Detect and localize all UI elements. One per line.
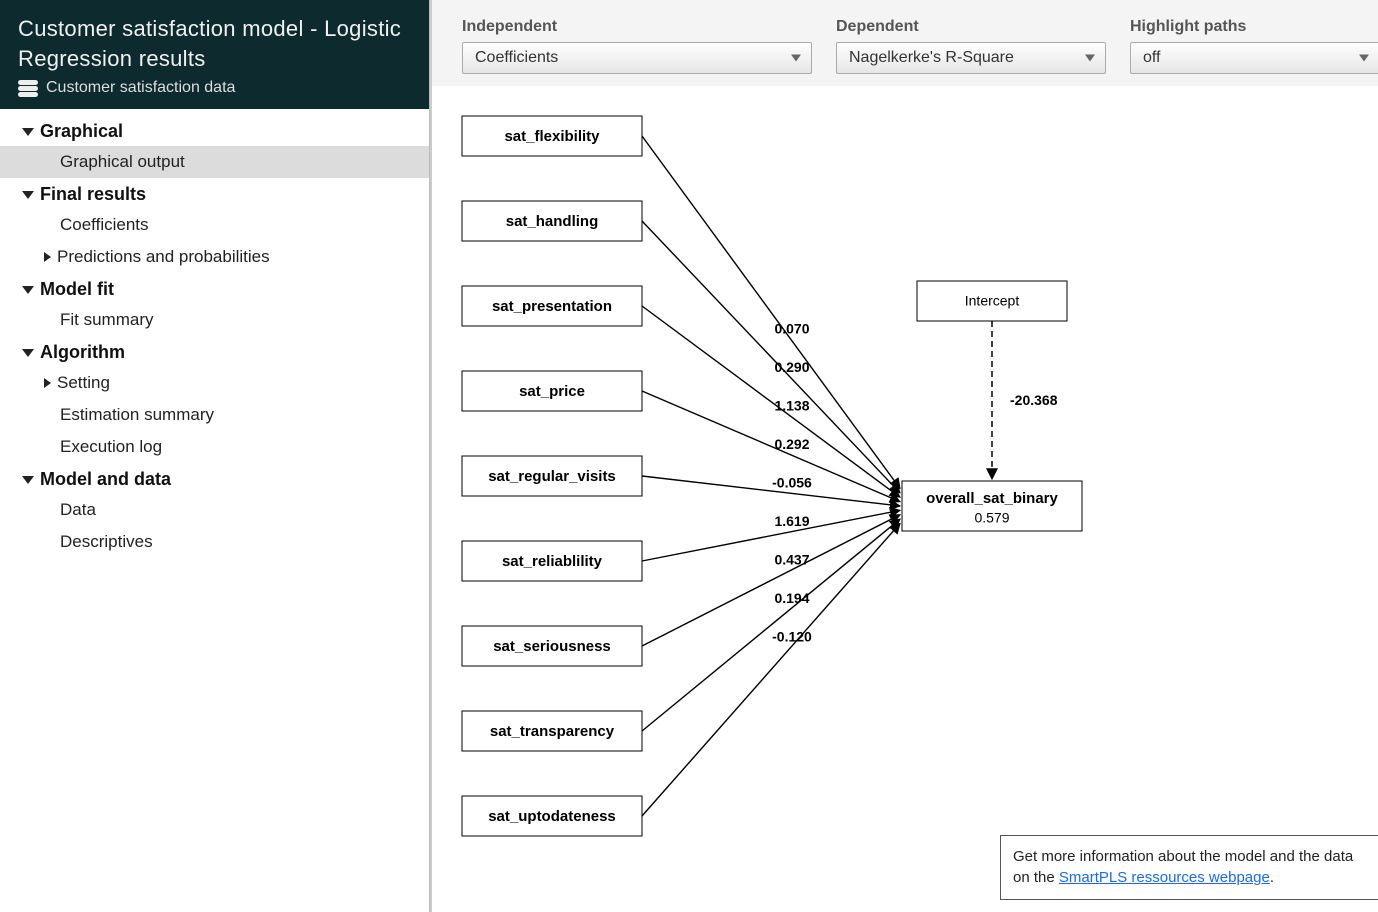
intercept-label: Intercept	[965, 293, 1020, 309]
predictor-label: sat_uptodateness	[488, 808, 616, 825]
path-coef: 0.070	[774, 320, 809, 336]
caret-down-icon	[22, 286, 34, 294]
nav-item-label: Graphical output	[60, 152, 185, 171]
path-coef: 0.292	[774, 436, 809, 452]
path-diagram: sat_flexibility sat_handling sat_presentat…	[432, 86, 1372, 876]
nav-item[interactable]: Execution log	[0, 431, 429, 463]
path-coef: 0.194	[774, 590, 809, 606]
control-independent: Independent Coefficients	[462, 18, 812, 74]
control-dependent: Dependent Nagelkerke's R-Square	[836, 18, 1106, 74]
nav-item-label: Descriptives	[60, 532, 153, 551]
nav-section[interactable]: Model and data	[0, 463, 429, 494]
control-highlight: Highlight paths off	[1130, 18, 1378, 74]
nav-item-label: Execution log	[60, 437, 162, 456]
path-coef: 0.437	[774, 551, 809, 567]
intercept-value: -20.368	[1010, 392, 1058, 408]
nav-section-label: Model and data	[40, 469, 171, 490]
label-highlight: Highlight paths	[1130, 18, 1378, 36]
path-edge	[642, 515, 900, 646]
nav-item[interactable]: Descriptives	[0, 526, 429, 558]
path-edge	[642, 221, 900, 493]
nav-item-label: Coefficients	[60, 215, 149, 234]
path-edge	[642, 519, 900, 731]
nav-section[interactable]: Algorithm	[0, 336, 429, 367]
sidebar-header: Customer satisfaction model - Logistic R…	[0, 0, 429, 109]
nav-section[interactable]: Model fit	[0, 273, 429, 304]
model-title: Customer satisfaction model - Logistic R…	[18, 14, 411, 73]
path-edge	[642, 510, 900, 561]
nav-item[interactable]: Graphical output	[0, 146, 429, 178]
caret-right-icon	[44, 378, 51, 388]
predictor-label: sat_presentation	[492, 298, 612, 315]
dataset-row: Customer satisfaction data	[18, 79, 411, 97]
select-independent-value: Coefficients	[475, 49, 558, 66]
dataset-name: Customer satisfaction data	[46, 79, 235, 97]
caret-down-icon	[22, 476, 34, 484]
info-text-after: .	[1270, 869, 1274, 886]
select-highlight-value: off	[1143, 49, 1161, 66]
path-coef: 0.290	[774, 359, 809, 375]
caret-right-icon	[44, 252, 51, 262]
select-dependent-value: Nagelkerke's R-Square	[849, 49, 1014, 66]
select-dependent[interactable]: Nagelkerke's R-Square	[836, 42, 1106, 74]
nav-section-label: Algorithm	[40, 342, 125, 363]
predictor-label: sat_handling	[506, 213, 599, 230]
path-edge	[642, 476, 900, 506]
predictor-label: sat_price	[519, 383, 585, 400]
nav-item[interactable]: Estimation summary	[0, 399, 429, 431]
path-edge	[642, 524, 900, 817]
predictor-label: sat_regular_visits	[488, 468, 616, 485]
nav-item[interactable]: Fit summary	[0, 304, 429, 336]
info-box: Get more information about the model and…	[1000, 835, 1378, 901]
controls-row: Independent Coefficients Dependent Nagel…	[432, 0, 1378, 86]
caret-down-icon	[22, 128, 34, 136]
chevron-down-icon	[1359, 55, 1369, 62]
dependent-label: overall_sat_binary	[926, 490, 1058, 507]
nav-section-label: Model fit	[40, 279, 114, 300]
label-dependent: Dependent	[836, 18, 1106, 36]
path-coef: 1.138	[774, 397, 809, 413]
nav-section-label: Final results	[40, 184, 146, 205]
nav-item[interactable]: Data	[0, 494, 429, 526]
predictor-label: sat_transparency	[490, 723, 615, 740]
database-icon	[18, 80, 38, 97]
select-independent[interactable]: Coefficients	[462, 42, 812, 74]
sidebar: Customer satisfaction model - Logistic R…	[0, 0, 430, 912]
path-coef: -0.056	[772, 474, 812, 490]
diagram-canvas[interactable]: sat_flexibility sat_handling sat_presentat…	[432, 86, 1378, 912]
path-coef: 1.619	[774, 513, 809, 529]
nav-item[interactable]: Predictions and probabilities	[0, 241, 429, 273]
nav-item[interactable]: Setting	[0, 367, 429, 399]
predictor-label: sat_seriousness	[493, 638, 611, 655]
nav-item[interactable]: Coefficients	[0, 209, 429, 241]
chevron-down-icon	[1085, 55, 1095, 62]
nav-item-label: Fit summary	[60, 310, 154, 329]
dependent-metric: 0.579	[974, 510, 1009, 526]
chevron-down-icon	[791, 55, 801, 62]
nav-section[interactable]: Final results	[0, 178, 429, 209]
path-edge	[642, 136, 900, 489]
nav-item-label: Data	[60, 500, 96, 519]
nav-section-label: Graphical	[40, 121, 123, 142]
nav-item-label: Estimation summary	[60, 405, 214, 424]
main-area: Independent Coefficients Dependent Nagel…	[432, 0, 1378, 912]
path-coef: -0.120	[772, 628, 812, 644]
path-edge	[642, 391, 900, 502]
predictor-label: sat_flexibility	[504, 128, 600, 145]
predictor-label: sat_reliablility	[502, 553, 603, 570]
nav-section[interactable]: Graphical	[0, 115, 429, 146]
info-link[interactable]: SmartPLS ressources webpage	[1059, 869, 1270, 886]
nav-item-label: Predictions and probabilities	[57, 247, 270, 267]
label-independent: Independent	[462, 18, 812, 36]
nav-tree: Graphical Graphical output Final results Co…	[0, 109, 429, 564]
path-edge	[642, 306, 900, 497]
select-highlight[interactable]: off	[1130, 42, 1378, 74]
caret-down-icon	[22, 191, 34, 199]
nav-item-label: Setting	[57, 373, 110, 393]
caret-down-icon	[22, 349, 34, 357]
